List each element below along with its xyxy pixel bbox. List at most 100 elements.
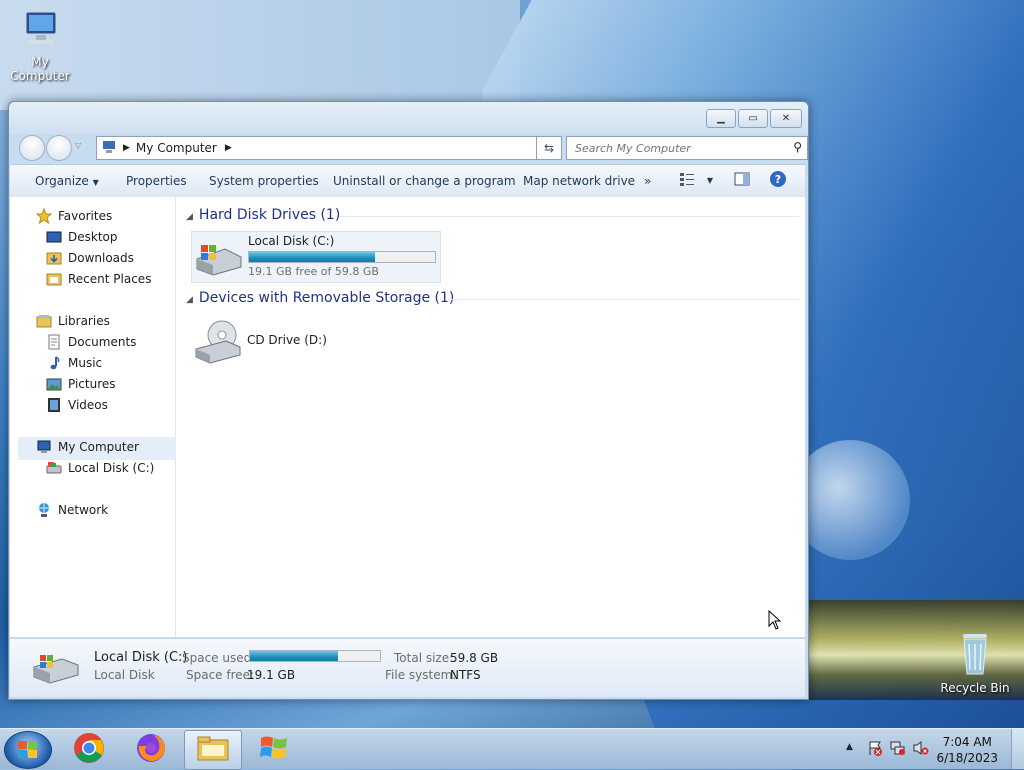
- organize-label: Organize: [35, 174, 89, 188]
- clock-date: 6/18/2023: [936, 751, 998, 765]
- recent-pages-chevron-icon[interactable]: ▽: [75, 141, 81, 150]
- clock[interactable]: 7:04 AM 6/18/2023: [936, 734, 998, 766]
- file-system-label: File system:: [385, 668, 457, 682]
- nav-item-label: Downloads: [68, 251, 134, 265]
- show-hidden-icons-button[interactable]: ▲: [846, 742, 853, 752]
- nav-item-videos[interactable]: Videos: [46, 395, 108, 415]
- refresh-button[interactable]: ⇆: [536, 136, 562, 160]
- total-size-label: Total size:: [394, 651, 454, 665]
- show-desktop-button[interactable]: [1011, 729, 1024, 769]
- details-usage-fill: [250, 651, 339, 661]
- star-icon: [35, 207, 53, 225]
- minimize-button[interactable]: ▁: [706, 109, 736, 128]
- drive-tile-cd-drive-d[interactable]: CD Drive (D:): [191, 317, 351, 365]
- navigation-pane: Favorites Desktop Downloads Recent Place…: [10, 197, 176, 637]
- forward-button[interactable]: [46, 135, 72, 161]
- nav-item-local-disk[interactable]: Local Disk (C:): [46, 458, 154, 478]
- map-network-drive-button[interactable]: Map network drive: [523, 174, 635, 188]
- window-controls: ▁ ▭ ✕: [706, 109, 802, 128]
- nav-item-favorites[interactable]: Favorites: [35, 206, 112, 226]
- folder-icon: [196, 734, 230, 767]
- group-header-removable-storage[interactable]: ◢ Devices with Removable Storage (1): [186, 290, 454, 306]
- nav-item-label: Videos: [68, 398, 108, 412]
- preview-pane-button[interactable]: [734, 171, 750, 190]
- nav-item-recent-places[interactable]: Recent Places: [46, 269, 151, 289]
- search-icon[interactable]: ⚲: [793, 140, 802, 154]
- documents-icon: [46, 334, 62, 350]
- search-input[interactable]: [573, 137, 787, 159]
- address-bar[interactable]: ▶ My Computer ▶ ▼: [96, 136, 562, 160]
- nav-item-desktop[interactable]: Desktop: [46, 227, 118, 247]
- close-button[interactable]: ✕: [770, 109, 802, 128]
- system-properties-button[interactable]: System properties: [209, 174, 319, 188]
- nav-item-my-computer[interactable]: My Computer: [36, 437, 139, 457]
- network-icon: [36, 502, 52, 518]
- desktop-icon-recycle-bin[interactable]: Recycle Bin: [935, 630, 1015, 695]
- explorer-window: ▁ ▭ ✕ ▽ ▶ My Computer ▶ ▼ ⇆ ⚲ Organize ▼…: [8, 101, 809, 700]
- nav-item-pictures[interactable]: Pictures: [46, 374, 116, 394]
- action-center-flag-icon[interactable]: [867, 740, 883, 759]
- drive-usage-fill: [249, 252, 376, 262]
- organize-button[interactable]: Organize ▼: [35, 174, 99, 188]
- drive-free-space: 19.1 GB free of 59.8 GB: [248, 265, 379, 278]
- help-icon: ?: [770, 171, 786, 187]
- help-button[interactable]: ?: [770, 171, 786, 187]
- back-button[interactable]: [19, 135, 45, 161]
- desktop-icon-label: Recycle Bin: [940, 681, 1010, 695]
- mouse-cursor: [768, 609, 782, 633]
- main-pane: Favorites Desktop Downloads Recent Place…: [10, 197, 805, 637]
- firefox-icon: [135, 732, 167, 767]
- title-bar[interactable]: ▁ ▭ ✕: [9, 102, 808, 134]
- change-view-button[interactable]: ▼: [679, 171, 713, 190]
- nav-item-downloads[interactable]: Downloads: [46, 248, 134, 268]
- hard-drive-icon: [46, 460, 62, 476]
- maximize-button[interactable]: ▭: [738, 109, 768, 128]
- taskbar-chrome-button[interactable]: [61, 730, 117, 768]
- desktop-icon-my-computer[interactable]: My Computer: [0, 8, 80, 83]
- nav-item-label: Local Disk (C:): [68, 461, 155, 475]
- breadcrumb-my-computer[interactable]: My Computer: [136, 141, 217, 155]
- hard-drive-icon: [195, 241, 243, 280]
- uninstall-program-button[interactable]: Uninstall or change a program: [333, 174, 516, 188]
- breadcrumb-arrow-icon[interactable]: ▶: [123, 143, 130, 153]
- space-free-label: Space free:: [186, 668, 255, 682]
- maximize-icon: ▭: [748, 113, 758, 124]
- space-free-value: 19.1 GB: [247, 668, 296, 682]
- network-status-icon[interactable]: [890, 740, 906, 759]
- volume-muted-icon[interactable]: [913, 740, 929, 759]
- desktop-icon-label: My Computer: [10, 55, 70, 83]
- nav-item-label: Desktop: [68, 230, 118, 244]
- chrome-icon: [73, 732, 105, 767]
- group-header-hard-disk-drives[interactable]: ◢ Hard Disk Drives (1): [186, 207, 340, 223]
- taskbar-windows-button[interactable]: [246, 730, 302, 768]
- details-usage-bar: [249, 650, 381, 662]
- breadcrumb-arrow-icon[interactable]: ▶: [225, 143, 232, 153]
- nav-item-label: Documents: [68, 335, 137, 349]
- videos-icon: [46, 397, 62, 413]
- recycle-bin-icon: [935, 630, 1015, 681]
- nav-item-network[interactable]: Network: [36, 500, 108, 520]
- computer-icon: [36, 439, 52, 455]
- computer-icon: [0, 8, 80, 55]
- group-divider: [339, 216, 799, 217]
- nav-item-documents[interactable]: Documents: [46, 332, 136, 352]
- group-header-label: Hard Disk Drives (1): [198, 207, 341, 223]
- nav-item-label: Libraries: [58, 314, 110, 328]
- collapse-triangle-icon: ◢: [186, 212, 193, 222]
- properties-button[interactable]: Properties: [126, 174, 187, 188]
- nav-item-libraries[interactable]: Libraries: [36, 311, 110, 331]
- start-button[interactable]: [4, 731, 52, 769]
- taskbar-firefox-button[interactable]: [123, 730, 179, 768]
- dropdown-arrow-icon: ▼: [706, 176, 713, 185]
- taskbar-explorer-button[interactable]: [184, 730, 242, 770]
- drive-tile-local-disk-c[interactable]: Local Disk (C:) 19.1 GB free of 59.8 GB: [191, 231, 441, 283]
- nav-item-label: Network: [58, 503, 109, 517]
- computer-small-icon: [101, 140, 117, 157]
- refresh-icon: ⇆: [543, 141, 555, 155]
- more-commands-button[interactable]: »: [644, 174, 651, 188]
- dropdown-arrow-icon: ▼: [92, 178, 99, 187]
- windows-logo-icon: [17, 740, 39, 763]
- group-header-label: Devices with Removable Storage (1): [198, 290, 455, 306]
- nav-item-music[interactable]: Music: [46, 353, 102, 373]
- search-box[interactable]: ⚲: [566, 136, 808, 160]
